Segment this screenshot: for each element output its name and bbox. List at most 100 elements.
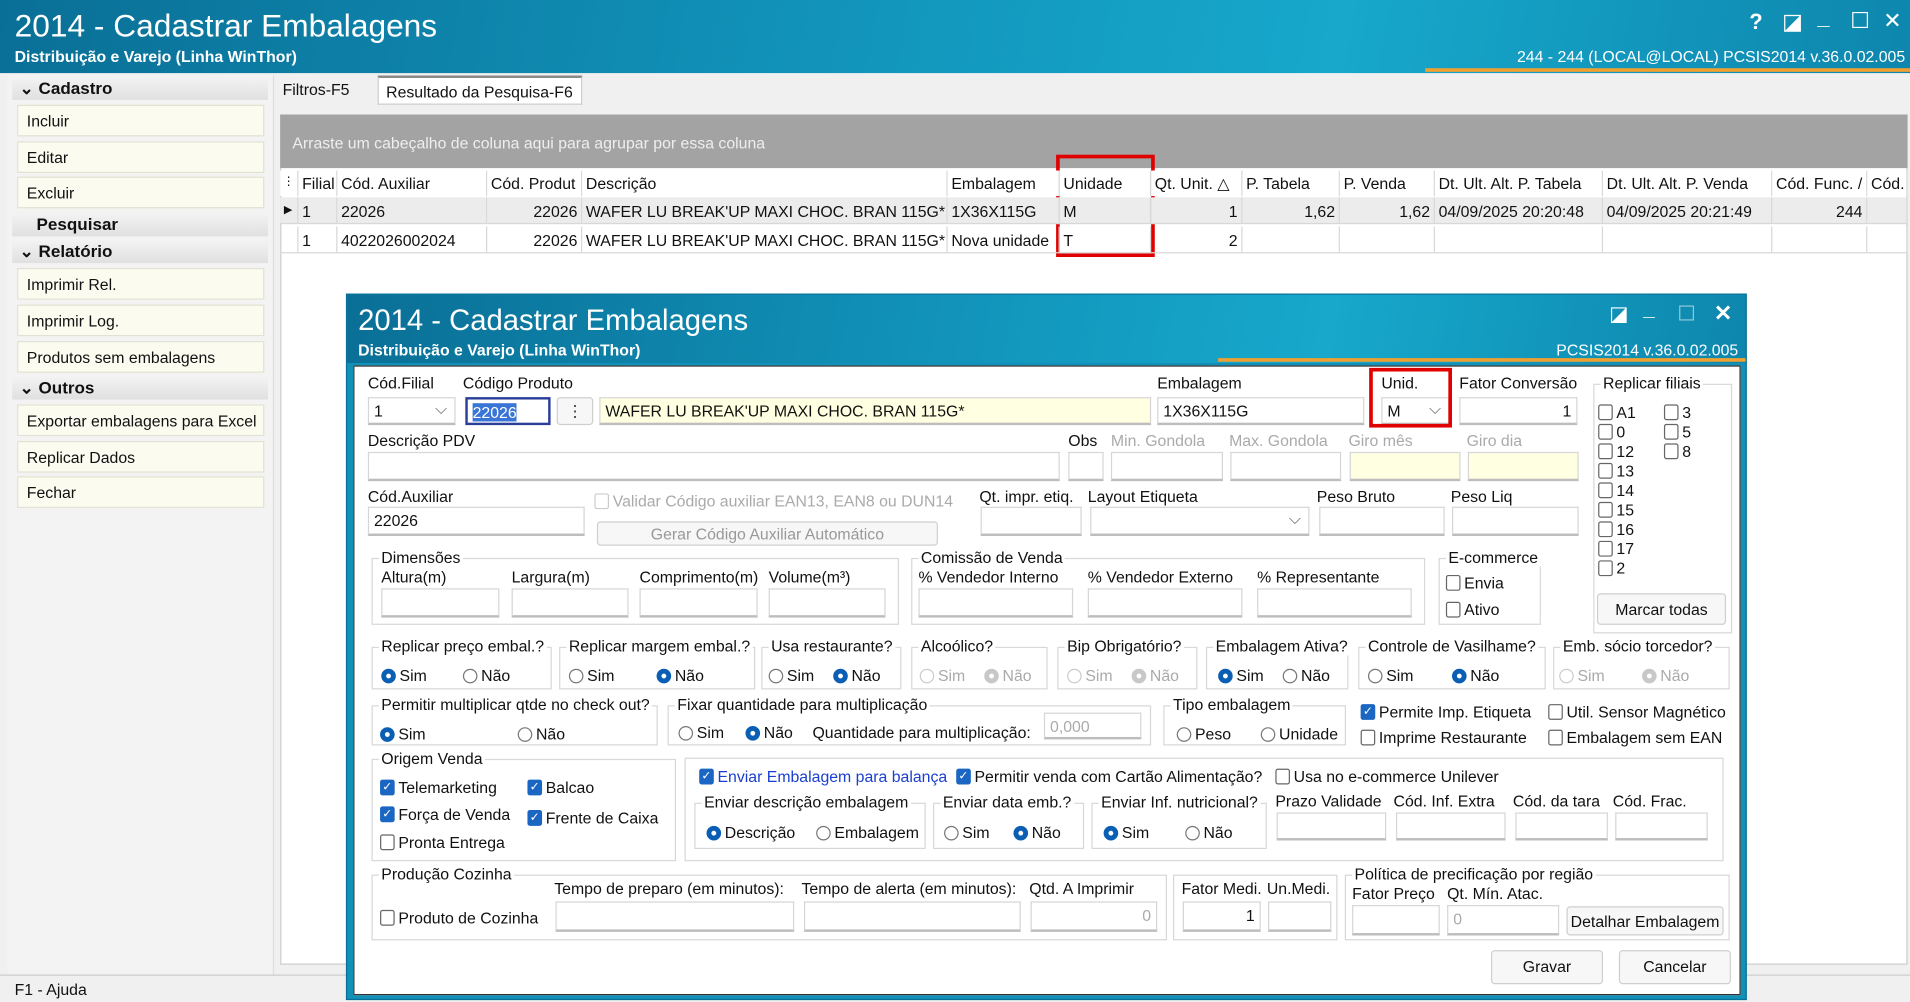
- table-cell[interactable]: 22026: [337, 197, 488, 225]
- telemarketing-checkbox[interactable]: ✓ Telemarketing: [380, 778, 497, 797]
- table-cell[interactable]: WAFER LU BREAK'UP MAXI CHOC. BRAN 115G*: [582, 197, 948, 225]
- filial-checkbox[interactable]: 8: [1663, 442, 1691, 460]
- search-product-button[interactable]: ⋮: [556, 397, 594, 426]
- table-cell[interactable]: WAFER LU BREAK'UP MAXI CHOC. BRAN 115G*: [582, 226, 948, 254]
- radio-nao[interactable]: Não: [656, 666, 704, 685]
- radio-nao[interactable]: Não: [462, 666, 510, 685]
- filial-checkbox[interactable]: 15: [1598, 501, 1634, 519]
- table-cell[interactable]: 1,62: [1339, 197, 1435, 225]
- peso-liq-input[interactable]: [1451, 506, 1579, 536]
- tab-filtros[interactable]: Filtros-F5: [283, 80, 350, 98]
- embalagem-input[interactable]: 1X36X115G: [1157, 397, 1365, 426]
- column-header[interactable]: Embalagem: [947, 170, 1060, 197]
- util-sensor-checkbox[interactable]: Util. Sensor Magnético: [1548, 703, 1726, 721]
- dialog-close-icon[interactable]: ✕: [1714, 301, 1732, 327]
- permite-imp-checkbox[interactable]: ✓ Permite Imp. Etiqueta: [1360, 703, 1531, 721]
- giro-dia-input[interactable]: [1467, 451, 1579, 482]
- radio-sim[interactable]: Sim: [568, 666, 614, 685]
- tempo-preparo-input[interactable]: [555, 901, 795, 932]
- tab-resultado[interactable]: Resultado da Pesquisa-F6: [377, 75, 583, 105]
- radio-nao[interactable]: Não: [833, 666, 881, 685]
- radio-sim[interactable]: Sim: [1218, 666, 1264, 685]
- table-cell[interactable]: 1: [1151, 197, 1243, 225]
- column-header[interactable]: Cód.: [1867, 170, 1908, 197]
- envia-checkbox[interactable]: Envia: [1445, 574, 1504, 592]
- descricao-produto-input[interactable]: WAFER LU BREAK'UP MAXI CHOC. BRAN 115G*: [599, 397, 1152, 426]
- filial-checkbox[interactable]: 5: [1663, 423, 1691, 441]
- column-header[interactable]: Filial: [298, 170, 338, 197]
- sidebar-item-imprimir-log[interactable]: Imprimir Log.: [17, 304, 265, 337]
- radio-unidade[interactable]: Unidade: [1260, 725, 1338, 743]
- produto-cozinha-checkbox[interactable]: Produto de Cozinha: [380, 909, 538, 927]
- frac-input[interactable]: [1615, 812, 1708, 841]
- altura-input[interactable]: [381, 588, 500, 618]
- column-header[interactable]: Cód. Produt: [487, 170, 583, 197]
- column-header[interactable]: Dt. Ult. Alt. P. Tabela: [1434, 170, 1604, 197]
- giro-mes-input[interactable]: [1349, 451, 1461, 482]
- unilever-checkbox[interactable]: Usa no e-commerce Unilever: [1275, 767, 1499, 786]
- qtd-mult-input[interactable]: 0,000: [1043, 712, 1142, 740]
- table-cell[interactable]: 04/09/2025 20:21:49: [1603, 197, 1773, 225]
- qtd-imprimir-input[interactable]: 0: [1030, 901, 1158, 932]
- dialog-minimize-icon[interactable]: _: [1643, 297, 1655, 321]
- table-cell[interactable]: 2: [1151, 226, 1243, 254]
- tara-input[interactable]: [1515, 812, 1608, 841]
- help-icon[interactable]: ?: [1749, 10, 1762, 36]
- frente-caixa-checkbox[interactable]: ✓ Frente de Caixa: [527, 809, 658, 827]
- radio-nao[interactable]: Não: [517, 725, 565, 743]
- column-header[interactable]: Cód. Auxiliar: [337, 170, 488, 197]
- filial-checkbox[interactable]: 0: [1598, 423, 1625, 441]
- prazo-input[interactable]: [1276, 812, 1387, 841]
- row-indicator[interactable]: ▶: [280, 197, 299, 225]
- filial-checkbox[interactable]: A1: [1598, 403, 1636, 421]
- cartao-alim-checkbox[interactable]: ✓ Permitir venda com Cartão Alimentação?: [956, 767, 1262, 786]
- detalhar-button[interactable]: Detalhar Embalagem: [1566, 906, 1724, 936]
- un-medi-input[interactable]: [1268, 901, 1332, 932]
- sidebar-item-fechar[interactable]: Fechar: [17, 476, 265, 508]
- codigo-produto-input[interactable]: 22026: [465, 397, 551, 426]
- sidebar-item-produtos-sem-embalagens[interactable]: Produtos sem embalagens: [17, 341, 265, 373]
- fator-conversao-input[interactable]: 1: [1459, 397, 1578, 426]
- marcar-todas-button[interactable]: Marcar todas: [1596, 593, 1727, 625]
- close-icon[interactable]: ✕: [1883, 9, 1901, 35]
- min-gondola-input[interactable]: [1110, 451, 1223, 482]
- sidebar-item-incluir[interactable]: Incluir: [17, 104, 265, 137]
- sidebar-section-pesquisar[interactable]: Pesquisar: [12, 211, 268, 237]
- column-chooser-icon[interactable]: ⋮: [280, 170, 299, 197]
- sidebar-section-relatorio[interactable]: ⌄ Relatório: [12, 238, 268, 264]
- column-header[interactable]: Cód. Func. /: [1772, 170, 1868, 197]
- filial-checkbox[interactable]: 12: [1598, 442, 1634, 460]
- radio-nao[interactable]: Não: [1185, 823, 1233, 842]
- sidebar-item-imprimir-rel[interactable]: Imprimir Rel.: [17, 267, 265, 300]
- radio-sim[interactable]: Sim: [944, 823, 990, 842]
- table-cell[interactable]: 22026: [487, 226, 583, 254]
- sidebar-item-exportar[interactable]: Exportar embalagens para Excel: [17, 404, 265, 437]
- obs-input[interactable]: [1068, 451, 1104, 482]
- largura-input[interactable]: [511, 588, 629, 618]
- tempo-alerta-input[interactable]: [803, 901, 1021, 932]
- column-header[interactable]: Unidade: [1059, 170, 1152, 197]
- filial-checkbox[interactable]: 13: [1598, 462, 1634, 480]
- max-gondola-input[interactable]: [1230, 451, 1342, 482]
- table-cell[interactable]: M: [1059, 197, 1152, 225]
- table-cell[interactable]: [1603, 226, 1773, 254]
- restore-icon[interactable]: ◪: [1782, 10, 1803, 36]
- filial-checkbox[interactable]: 2: [1598, 559, 1625, 577]
- radio-nao[interactable]: Não: [1451, 666, 1499, 685]
- table-cell[interactable]: [1242, 226, 1340, 254]
- sidebar-item-excluir[interactable]: Excluir: [17, 176, 265, 209]
- column-header[interactable]: Descrição: [582, 170, 948, 197]
- comprimento-input[interactable]: [639, 588, 758, 618]
- sidebar-section-cadastro[interactable]: ⌄ Cadastro: [12, 75, 268, 100]
- gravar-button[interactable]: Gravar: [1490, 950, 1604, 985]
- radio-sim[interactable]: Sim: [1103, 823, 1149, 842]
- column-header[interactable]: P. Tabela: [1242, 170, 1340, 197]
- fator-preco-input[interactable]: [1352, 905, 1440, 936]
- cancelar-button[interactable]: Cancelar: [1618, 950, 1731, 985]
- radio-nao[interactable]: Não: [745, 724, 793, 742]
- row-indicator[interactable]: [280, 226, 299, 254]
- sidebar-item-replicar[interactable]: Replicar Dados: [17, 440, 265, 473]
- filial-checkbox[interactable]: 17: [1598, 540, 1634, 558]
- peso-bruto-input[interactable]: [1319, 506, 1445, 536]
- imprime-rest-checkbox[interactable]: Imprime Restaurante: [1360, 728, 1527, 747]
